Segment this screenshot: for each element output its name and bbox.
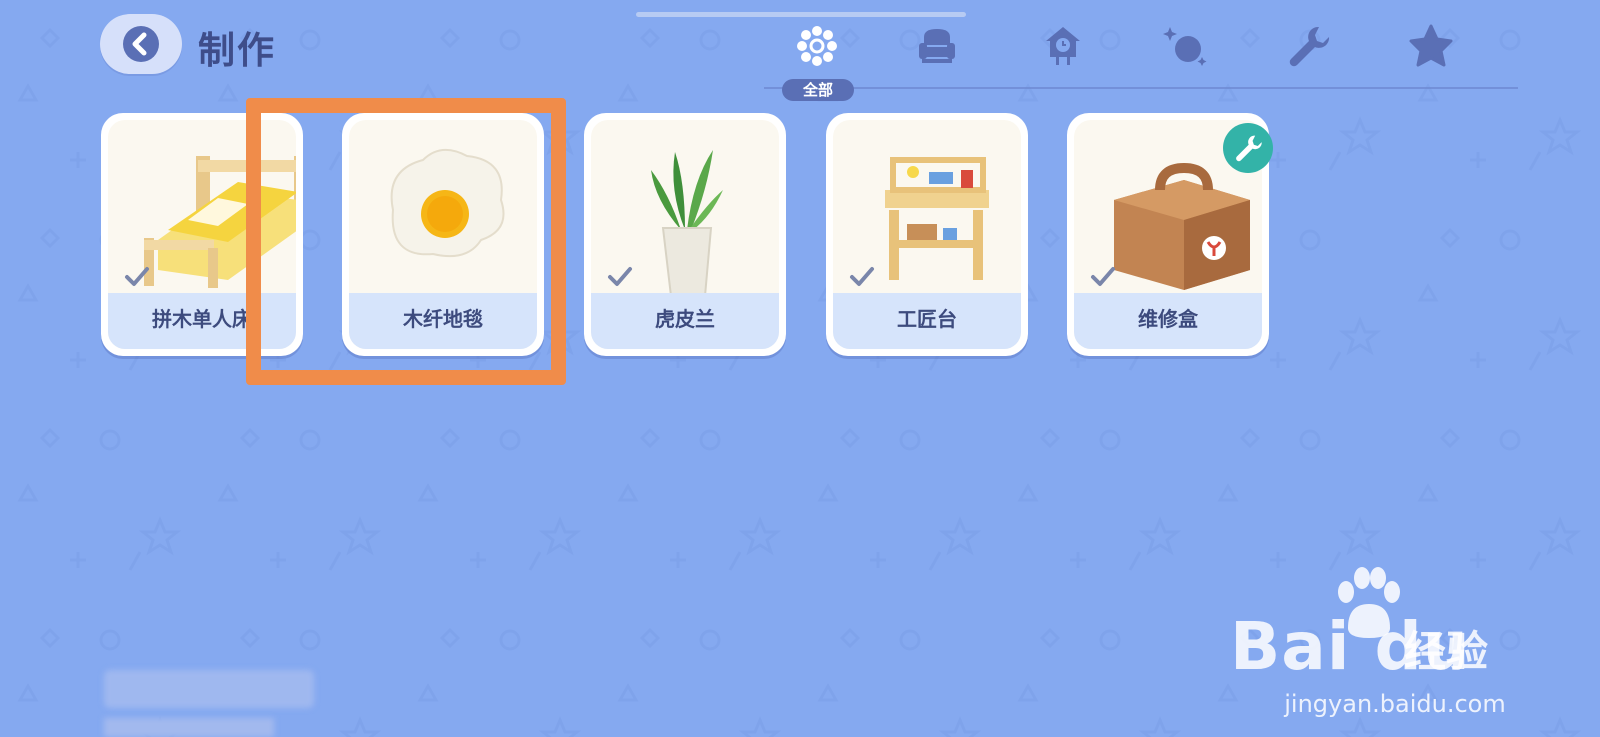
star-icon: [1409, 24, 1453, 67]
page-title: 制作: [198, 29, 276, 72]
top-drag-handle: [636, 12, 966, 17]
watermark-cn: 经验: [1404, 627, 1489, 676]
repair-badge: [1223, 123, 1273, 173]
tab-all-label: 全部: [782, 79, 854, 101]
tab-divider: [764, 87, 1518, 89]
all-grid-icon: [797, 26, 837, 66]
chevron-left-icon: [123, 26, 159, 62]
item-card-workbench[interactable]: 工匠台: [826, 113, 1028, 356]
tab-decor[interactable]: [1035, 18, 1091, 74]
blurred-info: [104, 670, 314, 708]
item-name: 虎皮兰: [591, 293, 779, 349]
tab-furniture[interactable]: [909, 18, 965, 74]
armchair-icon: [919, 29, 955, 63]
tab-misc[interactable]: [1157, 18, 1213, 74]
checkmark-icon: [1091, 267, 1115, 286]
wrench-icon: [1289, 26, 1330, 67]
back-button[interactable]: [100, 14, 182, 74]
item-name: 工匠台: [833, 293, 1021, 349]
tab-favorites[interactable]: [1403, 18, 1459, 74]
cuckoo-clock-icon: [1046, 27, 1080, 65]
checkmark-icon: [608, 267, 632, 286]
tutorial-highlight-frame: [246, 98, 566, 385]
item-card-repair-box[interactable]: 维修盒: [1067, 113, 1273, 356]
tab-tools[interactable]: [1280, 18, 1336, 74]
checkmark-icon: [850, 267, 874, 286]
item-name: 维修盒: [1074, 293, 1262, 349]
wrench-badge-icon: [1236, 135, 1262, 162]
tab-all[interactable]: [789, 18, 845, 74]
sparkle-ball-icon: [1163, 27, 1207, 66]
watermark-url: jingyan.baidu.com: [1284, 690, 1506, 718]
item-card-plant[interactable]: 虎皮兰: [584, 113, 786, 356]
blurred-info-secondary: [104, 718, 274, 737]
baidu-watermark: Bai du 经验 jingyan.baidu.com: [1230, 566, 1560, 718]
checkmark-icon: [125, 267, 149, 286]
